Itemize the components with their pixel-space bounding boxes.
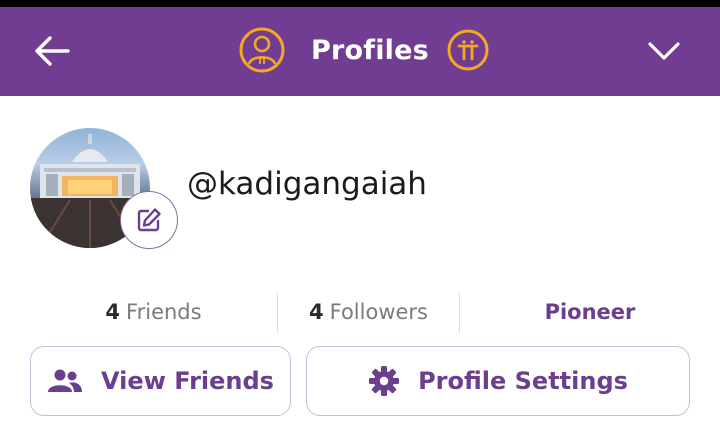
edit-avatar-button[interactable] — [120, 191, 178, 249]
profile-avatar-group — [30, 128, 178, 249]
header-title-group: Profiles — [239, 26, 489, 74]
friends-count: 4 — [105, 300, 121, 324]
friends-label: Friends — [126, 300, 202, 324]
back-button[interactable] — [30, 31, 74, 71]
chevron-down-icon — [648, 42, 680, 60]
profile-settings-button[interactable]: Profile Settings — [306, 346, 690, 416]
gear-icon — [368, 365, 400, 397]
friends-stat[interactable]: 4 Friends — [30, 290, 277, 334]
followers-stat[interactable]: 4 Followers — [278, 290, 459, 334]
role-label: Pioneer — [544, 300, 636, 324]
page-title: Profiles — [311, 34, 429, 66]
people-icon — [47, 368, 83, 394]
role-stat: Pioneer — [460, 290, 720, 334]
followers-count: 4 — [309, 300, 324, 324]
status-bar — [0, 0, 720, 7]
pi-logo-icon — [447, 29, 489, 71]
view-friends-button[interactable]: View Friends — [30, 346, 291, 416]
back-arrow-icon — [35, 36, 70, 66]
profile-settings-label: Profile Settings — [418, 367, 628, 395]
menu-dropdown-button[interactable] — [646, 33, 682, 69]
profile-stats: 4 Friends 4 Followers Pioneer — [0, 290, 720, 334]
view-friends-label: View Friends — [101, 367, 274, 395]
followers-label: Followers — [329, 300, 428, 324]
edit-icon — [137, 208, 161, 232]
app-header: Profiles — [0, 7, 720, 96]
username: @kadigangaiah — [187, 166, 427, 202]
pi-profile-icon — [239, 27, 285, 73]
